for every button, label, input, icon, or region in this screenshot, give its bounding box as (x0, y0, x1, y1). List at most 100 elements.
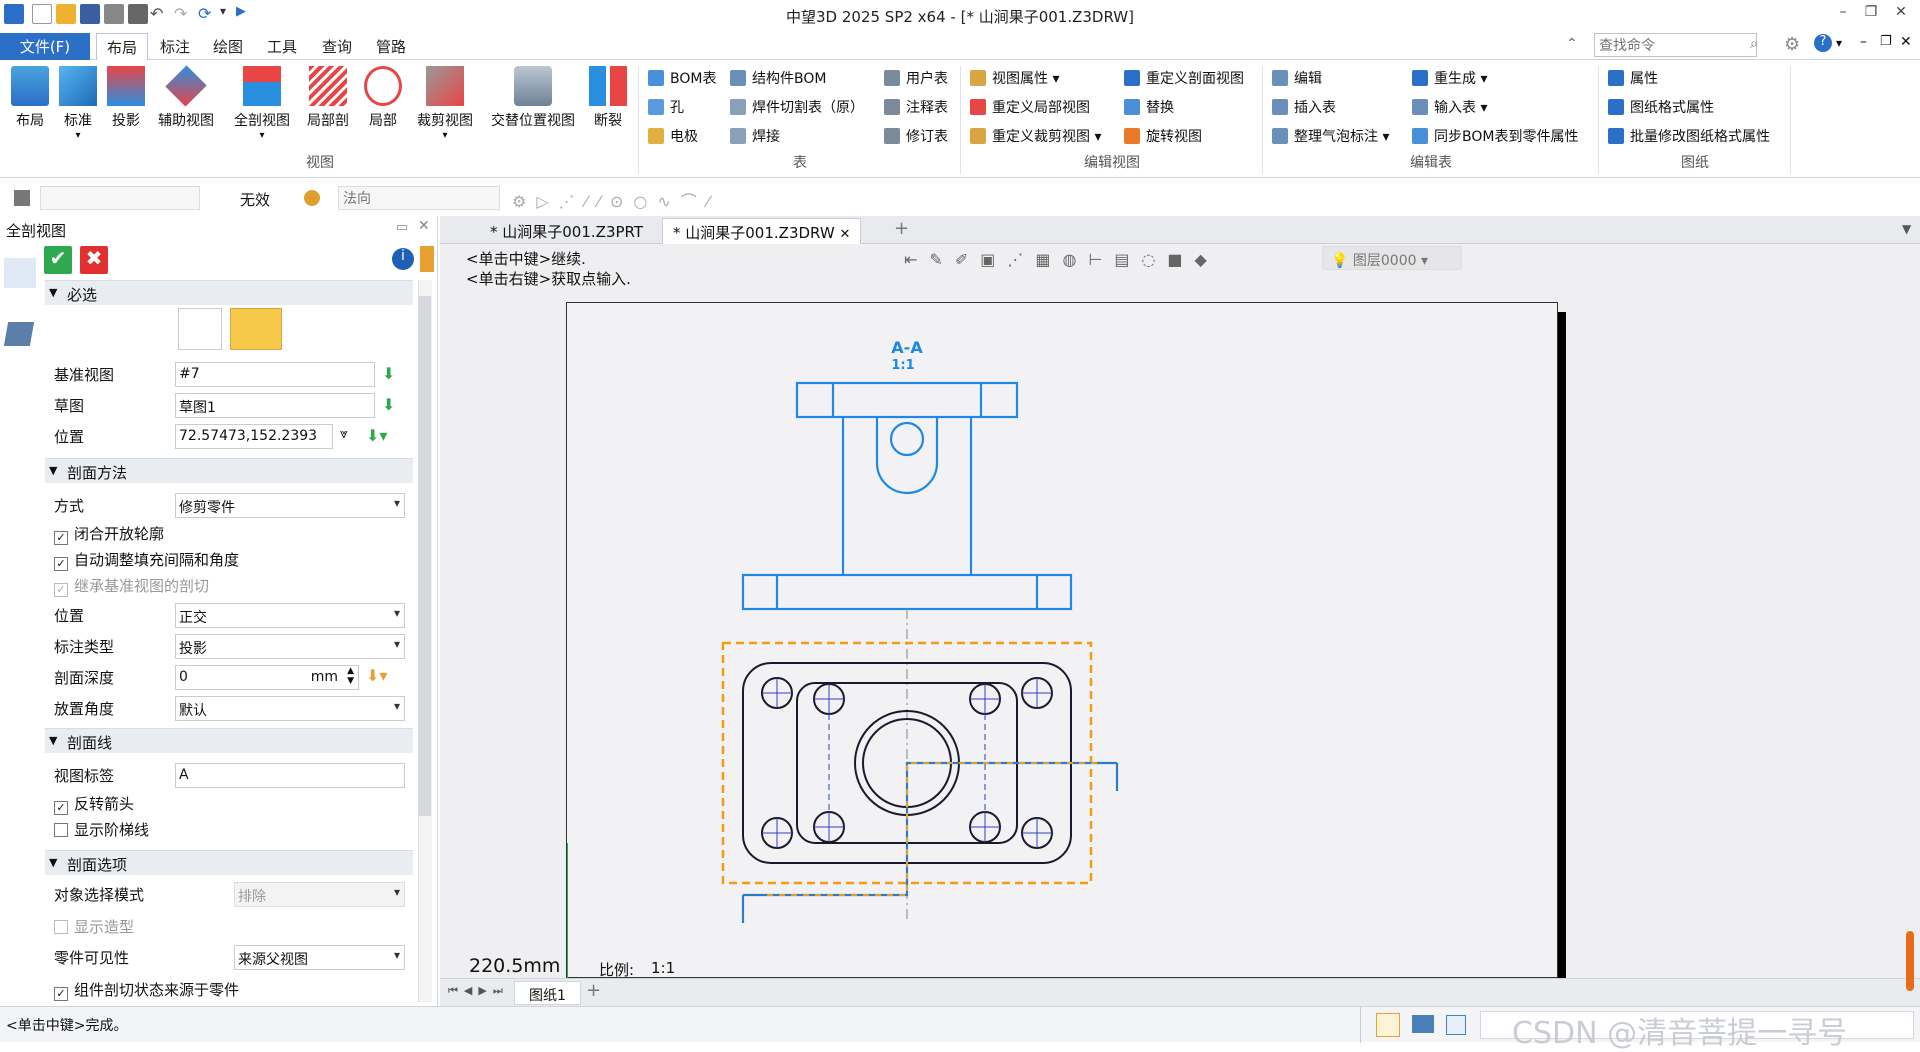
view-label-field[interactable]: A (175, 763, 405, 788)
filter-select[interactable] (40, 186, 200, 210)
canvas-scroll-indicator[interactable] (1906, 931, 1914, 991)
partial-section-button[interactable]: 局部剖 (300, 66, 356, 130)
tab-close-icon[interactable]: ✕ (839, 227, 850, 242)
sheet-properties-button[interactable]: 属性 (1608, 68, 1658, 92)
sheet-tab-1[interactable]: 图纸1 (514, 981, 581, 1005)
tab-layout[interactable]: 布局 (96, 33, 149, 60)
section-type-sketch-icon[interactable] (178, 308, 222, 350)
edit-table-button[interactable]: 编辑 (1272, 68, 1322, 92)
base-view-field[interactable]: #7 (175, 362, 375, 387)
revision-table-button[interactable]: 修订表 (884, 126, 948, 150)
section-line[interactable]: ▼ 剖面线 (45, 728, 413, 753)
ok-check-icon[interactable]: ✔ (44, 246, 72, 274)
close-open-contour-checkbox[interactable]: ✓ 闭合开放轮廓 (54, 523, 164, 545)
spin-arrows-icon[interactable]: ▲ ▼ (347, 666, 354, 686)
filter-icon[interactable] (14, 190, 30, 206)
arrange-balloons-button[interactable]: 整理气泡标注 ▾ (1272, 126, 1389, 150)
view-manager-icon[interactable] (3, 322, 35, 346)
doc-close-icon[interactable]: ✕ (1900, 34, 1912, 50)
note-table-button[interactable]: 注释表 (884, 97, 948, 121)
pick-position-icon[interactable]: ⬇▾ (366, 426, 387, 445)
hole-table-button[interactable]: 孔 (648, 97, 684, 121)
sheet-nav-arrows-icon[interactable]: ⏮◀▶⏭ (448, 984, 509, 998)
import-table-button[interactable]: 输入表 ▾ (1412, 97, 1487, 121)
file-menu-button[interactable]: 文件(F) (0, 33, 90, 60)
minimize-icon[interactable]: – (1832, 4, 1854, 24)
position2-select[interactable]: 正交 (175, 603, 405, 628)
rotate-view-button[interactable]: 旋转视图 (1124, 126, 1202, 150)
tab-tools[interactable]: 工具 (257, 33, 307, 60)
bom-table-button[interactable]: BOM表 (648, 68, 716, 92)
weld-table-button[interactable]: 焊接 (730, 126, 780, 150)
break-view-button[interactable]: 断裂 (586, 66, 630, 130)
position-field[interactable]: 72.57473,152.2393 (175, 424, 333, 449)
command-search-input[interactable] (1594, 33, 1757, 57)
panel-close-icon[interactable]: ✕ (418, 218, 430, 234)
show-step-line-checkbox[interactable]: 显示阶梯线 (54, 819, 149, 840)
crop-view-button[interactable]: 裁剪视图 ▾ (410, 66, 480, 141)
collapse-ribbon-icon[interactable]: ⌃ (1566, 36, 1578, 52)
batch-sheet-format-button[interactable]: 批量修改图纸格式属性 (1608, 126, 1770, 150)
normal-direction-input[interactable] (338, 186, 500, 210)
standard-view-button[interactable]: 标准 ▾ (56, 66, 100, 141)
list-toggle-icon[interactable] (1446, 1015, 1466, 1035)
tab-query[interactable]: 查询 (312, 33, 362, 60)
component-section-checkbox[interactable]: ✓ 组件剖切状态来源于零件 (54, 979, 239, 1001)
inherit-base-section-checkbox[interactable]: ✓ 继承基准视图的剖切 (54, 575, 209, 597)
search-icon[interactable]: ⌕ (1750, 36, 1758, 52)
tree-toggle-icon[interactable] (1376, 1013, 1400, 1037)
section-method[interactable]: ▼ 剖面方法 (45, 458, 413, 483)
part-visibility-select[interactable]: 来源父视图 (234, 945, 405, 970)
section-type-line-icon[interactable] (230, 308, 282, 350)
layer-select[interactable]: 💡 图层0000 ▾ (1322, 246, 1462, 270)
user-table-button[interactable]: 用户表 (884, 68, 948, 92)
reverse-arrow-checkbox[interactable]: ✓ 反转箭头 (54, 793, 134, 815)
tab-draw[interactable]: 绘图 (203, 33, 253, 60)
redefine-crop-view-button[interactable]: 重定义裁剪视图 ▾ (970, 126, 1101, 150)
add-tab-icon[interactable]: + (894, 218, 909, 239)
structure-bom-button[interactable]: 结构件BOM (730, 68, 826, 92)
layout-button[interactable]: 布局 (8, 66, 52, 130)
sketch-field[interactable]: 草图1 (175, 393, 375, 418)
full-section-view-button[interactable]: 全剖视图 ▾ (226, 66, 298, 141)
info-icon[interactable]: i (392, 248, 414, 270)
detail-view-button[interactable]: 局部 (358, 66, 408, 130)
close-icon[interactable]: ✕ (1890, 4, 1912, 24)
canvas-tools-icon[interactable]: ⇤✎✐▣⋰▦◍⊢▤◌■◆ (904, 250, 1219, 269)
position-expand-icon[interactable]: ⩔ (340, 426, 348, 442)
mode-select[interactable]: 修剪零件 (175, 493, 405, 518)
settings-gear-icon[interactable]: ⚙ (1784, 34, 1800, 55)
panel-pin-icon[interactable]: ▭ (396, 220, 408, 235)
replace-view-button[interactable]: 替换 (1124, 97, 1174, 121)
view-properties-button[interactable]: 视图属性 ▾ (970, 68, 1059, 92)
restore-icon[interactable]: ❐ (1860, 4, 1882, 24)
section-view-mode-icon[interactable] (4, 258, 36, 288)
annotation-type-select[interactable]: 投影 (175, 634, 405, 659)
pick-depth-icon[interactable]: ⬇▾ (366, 666, 387, 685)
object-select-mode-select[interactable]: 排除 (234, 882, 405, 907)
doc-restore-icon[interactable]: ❐ (1880, 34, 1892, 49)
regenerate-button[interactable]: 重生成 ▾ (1412, 68, 1487, 92)
tab-annotate[interactable]: 标注 (150, 33, 200, 60)
redefine-detail-view-button[interactable]: 重定义局部视图 (970, 97, 1090, 121)
cancel-x-icon[interactable]: ✖ (80, 246, 108, 274)
alternate-position-view-button[interactable]: 交替位置视图 (484, 66, 582, 130)
weld-cut-table-button[interactable]: 焊件切割表（原） (730, 97, 864, 121)
pick-sketch-icon[interactable]: ⬇ (382, 395, 395, 414)
help-dropdown-icon[interactable]: ▾ (1836, 36, 1842, 50)
tab-part-file[interactable]: * 山涧果子001.Z3PRT (480, 218, 653, 244)
pick-point-icon[interactable] (304, 190, 320, 206)
placement-angle-select[interactable]: 默认 (175, 696, 405, 721)
doc-minimize-icon[interactable]: – (1860, 34, 1867, 50)
insert-table-button[interactable]: 插入表 (1272, 97, 1336, 121)
help-icon[interactable]: ? (1814, 34, 1832, 52)
section-required[interactable]: ▼ 必选 (45, 280, 413, 305)
tab-list-icon[interactable]: ▼ (1902, 222, 1911, 236)
sheet-format-button[interactable]: 图纸格式属性 (1608, 97, 1714, 121)
add-sheet-icon[interactable]: + (586, 980, 601, 1001)
pick-base-view-icon[interactable]: ⬇ (382, 364, 395, 383)
auto-adjust-hatch-checkbox[interactable]: ✓ 自动调整填充间隔和角度 (54, 549, 239, 571)
projection-button[interactable]: 投影 (104, 66, 148, 130)
tab-piping[interactable]: 管路 (366, 33, 416, 60)
auxiliary-view-button[interactable]: 辅助视图 (150, 65, 222, 130)
